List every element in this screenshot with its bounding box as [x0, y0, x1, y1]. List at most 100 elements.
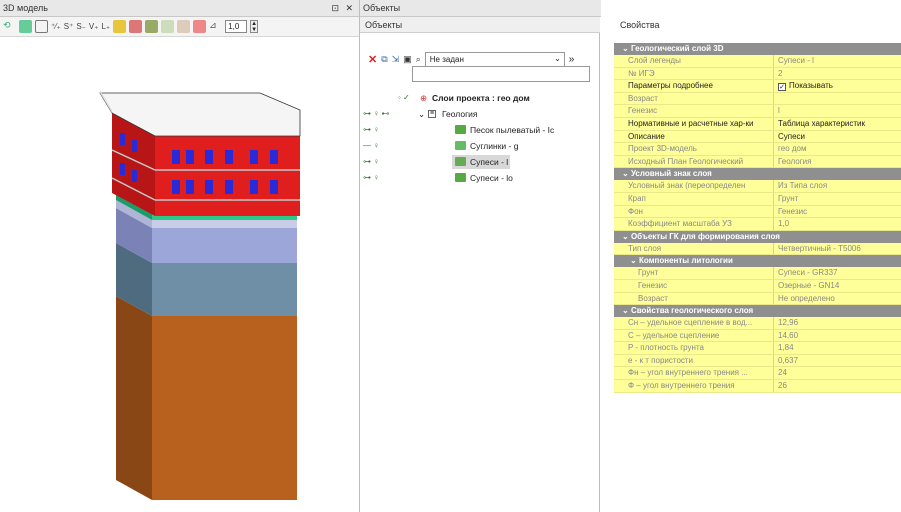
collapse-icon[interactable]: ⌄ — [622, 306, 631, 315]
view-front-icon[interactable]: V₊ — [89, 22, 99, 31]
property-row[interactable]: Генезис Озерные - GN14 — [614, 279, 901, 293]
property-value[interactable]: 1,0 — [774, 218, 901, 230]
binoculars-icon[interactable]: ⌕ — [416, 54, 421, 65]
property-group-header[interactable]: ⌄ Свойства геологического слоя — [614, 305, 901, 318]
property-value[interactable]: 0,637 — [774, 354, 901, 367]
layers-toggle-icon[interactable] — [19, 20, 32, 33]
collapse-icon[interactable]: ⌄ — [622, 232, 631, 241]
property-value[interactable]: 26 — [774, 380, 901, 392]
rotate-icon[interactable]: ⟲ — [3, 20, 16, 33]
property-value[interactable]: Супеси - l — [774, 55, 901, 67]
pin-icon[interactable]: ⊡ — [331, 0, 339, 17]
grid-icon[interactable] — [35, 20, 48, 33]
property-value[interactable] — [774, 92, 901, 105]
search-input[interactable] — [412, 66, 590, 82]
collapse-icon[interactable]: ⌄ — [622, 169, 631, 178]
property-row[interactable]: Генезис l — [614, 105, 901, 118]
close-icon[interactable]: ✕ — [345, 0, 353, 17]
property-row[interactable]: Параметры подробнее ✓ Показывать — [614, 80, 901, 93]
tree-row-layer[interactable]: ⊶ ♀ Песок пылеватый - Iс — [360, 122, 600, 138]
property-row[interactable]: Тип слоя Четвертичный - Т5006 — [614, 242, 901, 256]
stretch-icon[interactable] — [193, 20, 207, 33]
tree-row-layer[interactable]: — ♀ Суглинки - g — [360, 138, 600, 154]
property-row[interactable]: Фон Генезис — [614, 205, 901, 219]
property-value[interactable]: 2 — [774, 67, 901, 80]
property-row[interactable]: С – удельное сцепление 14,60 — [614, 329, 901, 343]
scale-input[interactable]: 1,0 — [225, 20, 248, 33]
window-icon[interactable]: ▣ — [403, 54, 412, 65]
filter-select[interactable]: Не задан ⌄ — [424, 51, 565, 67]
tree-row-layer-selected[interactable]: ⊶ ♀ Супеси - l — [360, 154, 600, 170]
property-value[interactable]: 12,96 — [774, 317, 901, 329]
model3d-panel: 3D модель ⊡ ✕ ⟲ ⁺⁄₊ S⁺ S₋ V₊ L₊ ⊿ 1,0 ▲ ▼ — [0, 0, 360, 512]
property-row[interactable]: Условный знак (переопределен Из Типа слоя — [614, 180, 901, 193]
property-value[interactable]: l — [774, 105, 901, 117]
property-row[interactable]: Описание Супеси — [614, 130, 901, 144]
expand-icon[interactable]: ⇲ — [392, 54, 400, 65]
properties-subtitle: Свойства — [620, 20, 660, 30]
property-row[interactable]: е - к т пористости 0,637 — [614, 354, 901, 368]
property-value[interactable]: Генезис — [774, 205, 901, 218]
property-row[interactable]: Грунт Супеси - GR337 — [614, 267, 901, 280]
property-row[interactable]: Фн – угол внутреннего трения ... 24 — [614, 367, 901, 381]
checkbox-icon[interactable]: ✓ — [778, 83, 786, 92]
property-value[interactable]: Озерные - GN14 — [774, 279, 901, 292]
paint-icon[interactable] — [129, 20, 143, 33]
property-value[interactable]: Не определено — [774, 292, 901, 305]
property-value[interactable]: Четвертичный - Т5006 — [774, 242, 901, 255]
property-value[interactable]: гео дом — [774, 143, 901, 155]
property-name: Фон — [614, 205, 774, 218]
property-row[interactable]: Крап Грунт — [614, 192, 901, 206]
property-value[interactable]: 24 — [774, 367, 901, 380]
property-row[interactable]: Ф – угол внутреннего трения 26 — [614, 380, 901, 393]
delete-icon[interactable]: ✕ — [368, 53, 377, 66]
move-y-icon[interactable]: S₋ — [76, 22, 86, 31]
property-row[interactable]: Сн – удельное сцепление в вод... 12,96 — [614, 317, 901, 330]
property-row[interactable]: Исходный План Геологический Геология — [614, 155, 901, 169]
collapse-icon[interactable]: ⌄ — [630, 256, 639, 265]
property-value[interactable]: 1,84 — [774, 342, 901, 354]
tree-label: Песок пылеватый - Iс — [470, 125, 555, 135]
filter-select-value: Не задан — [429, 54, 464, 64]
property-group-header[interactable]: ⌄ Условный знак слоя — [614, 168, 901, 181]
property-value[interactable]: Таблица характеристик — [774, 117, 901, 130]
expand-toggle-icon[interactable]: ⌄ — [418, 106, 425, 122]
cut-icon[interactable] — [177, 20, 191, 33]
collapse-icon[interactable]: ⌄ — [622, 44, 631, 53]
tree-row-project-layers[interactable]: ◦ ✓ ⊕ Слои проекта : гео дом — [360, 90, 600, 106]
property-value[interactable]: Грунт — [774, 192, 901, 205]
tree-row-geology[interactable]: ⊶ ♀ ⊷ ⌄ ≡ Геология — [360, 106, 600, 122]
property-row[interactable]: P - плотность грунта 1,84 — [614, 342, 901, 355]
axis-tool-icon[interactable]: ⁺⁄₊ — [51, 22, 61, 31]
property-row[interactable]: Слой легенды Супеси - l — [614, 55, 901, 68]
filter-icon[interactable]: ⧉ — [381, 54, 387, 65]
property-value[interactable]: 14,60 — [774, 329, 901, 342]
pencil-icon[interactable] — [113, 20, 127, 33]
more-icon[interactable]: » — [569, 54, 575, 65]
scale-spinner[interactable]: ▲ ▼ — [250, 20, 259, 33]
scale-icon[interactable]: ⊿ — [209, 20, 222, 33]
3d-viewport[interactable] — [0, 38, 359, 512]
section-icon[interactable] — [145, 20, 159, 33]
model3d-panel-title: 3D модель — [3, 3, 48, 13]
property-group-header[interactable]: ⌄ Компоненты литологии — [614, 255, 901, 268]
property-value[interactable]: Геология — [774, 155, 901, 168]
model3d-toolbar: ⟲ ⁺⁄₊ S⁺ S₋ V₊ L₊ ⊿ 1,0 ▲ ▼ — [0, 17, 359, 37]
view-side-icon[interactable]: L₊ — [101, 22, 110, 31]
property-row[interactable]: № ИГЭ 2 — [614, 67, 901, 81]
property-value[interactable]: Из Типа слоя — [774, 180, 901, 192]
property-value[interactable]: ✓ Показывать — [774, 80, 901, 92]
property-value[interactable]: Супеси - GR337 — [774, 267, 901, 279]
property-row[interactable]: Возраст — [614, 92, 901, 106]
tree-row-layer[interactable]: ⊶ ♀ Супеси - lo — [360, 170, 600, 186]
property-group-header[interactable]: ⌄ Объекты ГК для формирования слоя — [614, 230, 901, 243]
soil-layer-brown — [116, 296, 297, 500]
property-row[interactable]: Проект 3D-модель гео дом — [614, 143, 901, 156]
property-row[interactable]: Коэффициент масштаба УЗ 1,0 — [614, 218, 901, 231]
property-group-header[interactable]: ⌄ Геологический слой 3D — [614, 43, 901, 55]
move-x-icon[interactable]: S⁺ — [64, 22, 74, 31]
property-value[interactable]: Супеси — [774, 130, 901, 143]
property-row[interactable]: Возраст Не определено — [614, 292, 901, 306]
property-row[interactable]: Нормативные и расчетные хар-ки Таблица ха… — [614, 117, 901, 131]
clip-icon[interactable] — [161, 20, 175, 33]
